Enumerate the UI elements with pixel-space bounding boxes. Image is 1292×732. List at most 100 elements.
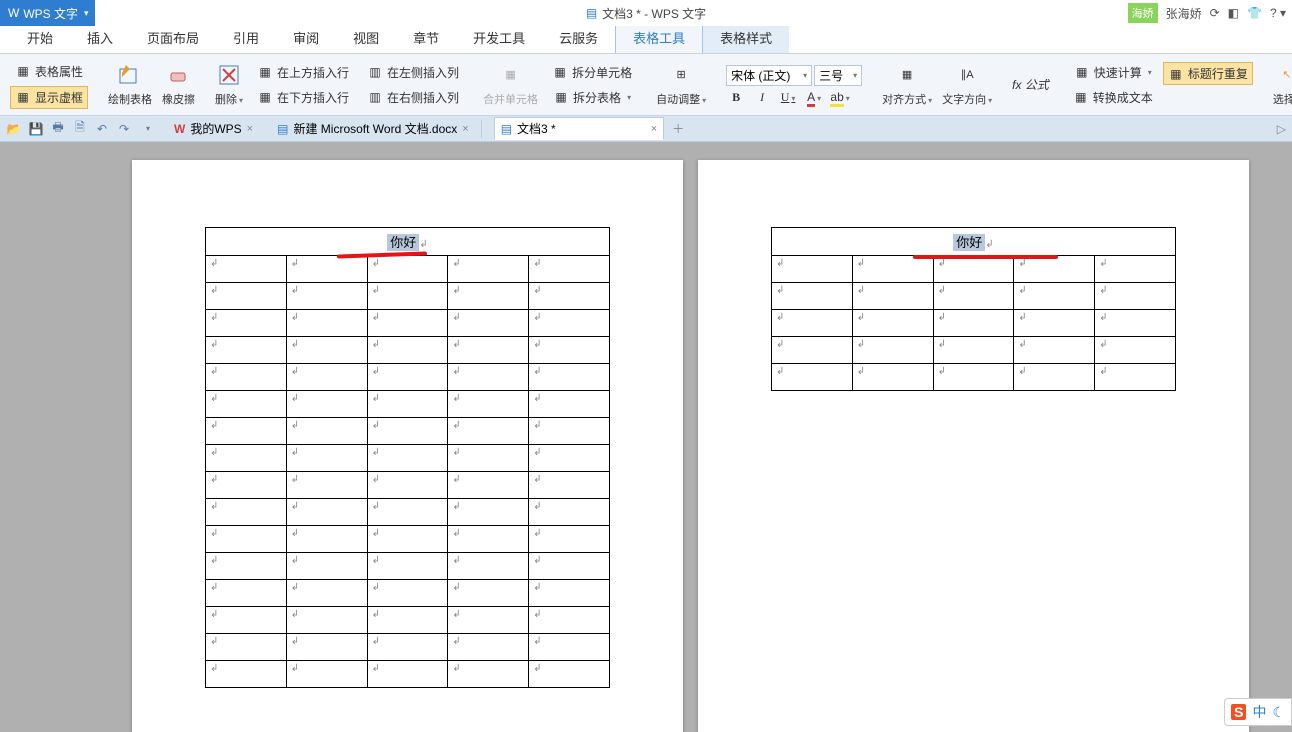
convert-to-text-button[interactable]: ▦转换成文本 [1069, 87, 1157, 108]
table-cell[interactable]: ↲ [1095, 337, 1176, 364]
align-button[interactable]: ▦对齐方式▾ [878, 61, 936, 109]
table-cell[interactable]: ↲ [933, 283, 1014, 310]
underline-button[interactable]: U▾ [778, 90, 798, 105]
table-cell[interactable]: ↲ [529, 472, 610, 499]
select-button[interactable]: ↖选择▾ [1269, 61, 1292, 109]
help-icon[interactable]: ? ▾ [1270, 6, 1286, 20]
table-cell[interactable]: ↲ [448, 580, 529, 607]
table-cell[interactable]: ↲ [206, 661, 287, 688]
table-cell[interactable]: ↲ [772, 364, 853, 391]
autofit-button[interactable]: ⊞自动调整▾ [652, 61, 710, 109]
table-cell[interactable]: ↲ [206, 364, 287, 391]
tab-page-layout[interactable]: 页面布局 [130, 22, 216, 53]
table-cell[interactable]: ↲ [448, 445, 529, 472]
table-cell[interactable]: ↲ [367, 391, 448, 418]
ime-indicator[interactable]: S 中 ☾ [1224, 698, 1292, 726]
table-cell[interactable]: ↲ [529, 661, 610, 688]
table-cell[interactable]: ↲ [529, 283, 610, 310]
close-icon[interactable]: × [247, 123, 253, 135]
italic-button[interactable]: I [752, 90, 772, 105]
table-cell[interactable]: ↲ [933, 310, 1014, 337]
table-cell[interactable]: ↲ [529, 445, 610, 472]
formula-button[interactable]: fx 公式 [1008, 61, 1053, 109]
table-cell[interactable]: ↲ [933, 256, 1014, 283]
table-cell[interactable]: ↲ [367, 256, 448, 283]
table-cell[interactable]: ↲ [529, 418, 610, 445]
table-cell[interactable]: ↲ [529, 310, 610, 337]
table-cell[interactable]: ↲ [367, 364, 448, 391]
table-cell[interactable]: ↲ [286, 310, 367, 337]
table-cell[interactable]: ↲ [852, 364, 933, 391]
table-cell[interactable]: ↲ [286, 526, 367, 553]
sync-icon[interactable]: ⟳ [1210, 6, 1220, 20]
table-cell[interactable]: ↲ [529, 364, 610, 391]
bold-button[interactable]: B [726, 90, 746, 105]
table-cell[interactable]: ↲ [286, 418, 367, 445]
highlight-button[interactable]: ab▾ [830, 90, 850, 105]
doc-tab-mywps[interactable]: W我的WPS× [168, 118, 259, 139]
close-icon[interactable]: × [462, 123, 468, 135]
table-cell[interactable]: ↲ [206, 391, 287, 418]
table-cell[interactable]: ↲ [529, 499, 610, 526]
table-cell[interactable]: ↲ [1095, 364, 1176, 391]
table-page-1[interactable]: 你好↲↲↲↲↲↲↲↲↲↲↲↲↲↲↲↲↲↲↲↲↲↲↲↲↲↲↲↲↲↲↲↲↲↲↲↲↲↲… [205, 227, 610, 688]
table-cell[interactable]: ↲ [367, 472, 448, 499]
tab-view[interactable]: 视图 [336, 22, 396, 53]
delete-button[interactable]: 删除▾ [211, 61, 247, 109]
table-cell[interactable]: ↲ [852, 256, 933, 283]
redo-icon[interactable]: ↷ [116, 121, 132, 137]
table-cell[interactable]: ↲ [367, 418, 448, 445]
document-canvas[interactable]: 你好↲↲↲↲↲↲↲↲↲↲↲↲↲↲↲↲↲↲↲↲↲↲↲↲↲↲↲↲↲↲↲↲↲↲↲↲↲↲… [0, 142, 1292, 732]
table-cell[interactable]: ↲ [286, 391, 367, 418]
table-cell[interactable]: ↲ [367, 526, 448, 553]
table-cell[interactable]: ↲ [206, 526, 287, 553]
table-cell[interactable]: ↲ [206, 472, 287, 499]
save-icon[interactable]: 💾 [28, 121, 44, 137]
table-cell[interactable]: ↲ [286, 364, 367, 391]
table-cell[interactable]: ↲ [1095, 310, 1176, 337]
table-cell[interactable]: ↲ [1014, 256, 1095, 283]
table-cell[interactable]: ↲ [367, 661, 448, 688]
table-cell[interactable]: ↲ [367, 634, 448, 661]
table-cell[interactable]: ↲ [206, 256, 287, 283]
table-cell[interactable]: ↲ [367, 553, 448, 580]
doc-tab-2[interactable]: ▤文档3 *× [494, 117, 664, 140]
user-avatar-badge[interactable]: 海娇 [1128, 3, 1158, 23]
font-name-select[interactable]: 宋体 (正文)▾ [726, 65, 812, 86]
table-cell[interactable]: ↲ [286, 472, 367, 499]
table-cell[interactable]: ↲ [448, 337, 529, 364]
table-cell[interactable]: ↲ [448, 499, 529, 526]
user-name[interactable]: 张海娇 [1166, 5, 1202, 22]
table-cell[interactable]: ↲ [1014, 364, 1095, 391]
table-cell[interactable]: ↲ [286, 634, 367, 661]
show-gridlines-button[interactable]: ▦显示虚框 [10, 86, 88, 109]
table-cell[interactable]: ↲ [206, 418, 287, 445]
table-cell[interactable]: ↲ [448, 364, 529, 391]
table-cell[interactable]: ↲ [367, 337, 448, 364]
tab-cloud[interactable]: 云服务 [542, 22, 615, 53]
table-cell[interactable]: ↲ [286, 499, 367, 526]
table-cell[interactable]: ↲ [206, 580, 287, 607]
table-cell[interactable]: ↲ [448, 526, 529, 553]
close-icon[interactable]: × [651, 123, 657, 135]
tab-insert[interactable]: 插入 [70, 22, 130, 53]
table-cell[interactable]: ↲ [448, 256, 529, 283]
table-cell[interactable]: ↲ [448, 634, 529, 661]
table-cell[interactable]: ↲ [852, 310, 933, 337]
eraser-button[interactable]: 橡皮擦 [158, 61, 199, 109]
table-cell[interactable]: ↲ [206, 310, 287, 337]
table-cell[interactable]: ↲ [772, 256, 853, 283]
quick-calc-button[interactable]: ▦快速计算▾ [1070, 62, 1156, 83]
table-cell[interactable]: ↲ [529, 256, 610, 283]
split-table-button[interactable]: ▦拆分表格▾ [549, 87, 635, 108]
table-cell[interactable]: ↲ [286, 445, 367, 472]
collapse-ribbon-icon[interactable]: ▷ [1277, 122, 1286, 136]
table-cell[interactable]: ↲ [448, 418, 529, 445]
table-cell[interactable]: ↲ [529, 634, 610, 661]
new-tab-button[interactable]: ＋ [670, 121, 686, 137]
table-cell[interactable]: ↲ [448, 283, 529, 310]
table-cell[interactable]: ↲ [448, 391, 529, 418]
insert-row-above-button[interactable]: ▦在上方插入行 [253, 62, 353, 83]
table-cell[interactable]: ↲ [206, 445, 287, 472]
table-page-2[interactable]: 你好↲↲↲↲↲↲↲↲↲↲↲↲↲↲↲↲↲↲↲↲↲↲↲↲↲↲ [771, 227, 1176, 391]
